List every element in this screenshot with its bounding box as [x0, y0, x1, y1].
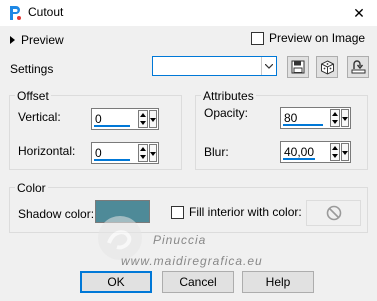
vertical-label: Vertical:: [18, 110, 61, 124]
blur-spinner[interactable]: 40,00: [280, 141, 351, 163]
reset-arrow-icon: [351, 60, 365, 74]
vertical-value: 0: [95, 112, 102, 126]
close-icon: ✕: [353, 4, 365, 21]
settings-label: Settings: [10, 62, 54, 76]
opacity-dropdown-button[interactable]: [341, 109, 349, 127]
watermark-line2: www.maidiregrafica.eu: [121, 254, 263, 268]
window-title: Cutout: [28, 5, 64, 19]
attributes-group-label: Attributes: [201, 89, 256, 103]
randomize-button[interactable]: [316, 56, 338, 78]
blur-slider-bar: [283, 158, 315, 160]
fill-interior-option[interactable]: Fill interior with color:: [171, 205, 302, 219]
close-button[interactable]: ✕: [341, 0, 377, 26]
vertical-spinner[interactable]: 0: [91, 108, 159, 130]
chevron-down-icon: [265, 63, 273, 69]
horizontal-label: Horizontal:: [18, 144, 76, 158]
save-disk-icon: [291, 60, 305, 74]
horizontal-dropdown-button[interactable]: [149, 144, 157, 162]
no-color-icon: [326, 205, 341, 221]
fill-interior-checkbox[interactable]: [171, 205, 184, 219]
blur-value: 40,00: [284, 145, 315, 159]
title-bar: Cutout ✕: [0, 0, 377, 26]
watermark-line1: Pinuccia: [153, 233, 207, 247]
dice-icon: [320, 59, 334, 75]
shadow-color-label: Shadow color:: [18, 207, 95, 221]
color-group-label: Color: [15, 181, 48, 195]
blur-label: Blur:: [204, 145, 229, 159]
horizontal-spinner[interactable]: 0: [91, 142, 159, 164]
reset-button[interactable]: [347, 56, 369, 78]
save-preset-button[interactable]: [287, 56, 309, 78]
preview-on-image-checkbox[interactable]: [251, 31, 264, 45]
blur-dropdown-button[interactable]: [341, 143, 349, 161]
ok-button[interactable]: OK: [80, 271, 152, 293]
cancel-button[interactable]: Cancel: [162, 271, 234, 293]
opacity-spinner[interactable]: 80: [280, 107, 351, 129]
horizontal-spin-arrows[interactable]: [138, 144, 148, 162]
opacity-label: Opacity:: [204, 106, 249, 120]
offset-group-label: Offset: [15, 89, 51, 103]
vertical-dropdown-button[interactable]: [149, 110, 157, 128]
app-logo-icon: [10, 6, 21, 20]
horizontal-value: 0: [95, 146, 102, 160]
preview-label: Preview: [21, 33, 64, 47]
vertical-slider-bar: [94, 125, 130, 127]
interior-color-swatch[interactable]: [306, 200, 361, 226]
help-button[interactable]: Help: [242, 271, 314, 293]
opacity-spin-arrows[interactable]: [330, 109, 340, 127]
preset-dropdown-button[interactable]: [261, 57, 276, 75]
preview-on-image-label: Preview on Image: [269, 31, 366, 45]
preview-on-image-option[interactable]: Preview on Image: [251, 31, 365, 45]
cutout-dialog: Cutout ✕ Preview Preview on Image Settin…: [0, 0, 377, 301]
blur-spin-arrows[interactable]: [330, 143, 340, 161]
fill-interior-label: Fill interior with color:: [189, 205, 302, 219]
horizontal-slider-bar: [94, 159, 130, 161]
opacity-value: 80: [284, 111, 298, 125]
expand-triangle-icon: [10, 36, 15, 44]
vertical-spin-arrows[interactable]: [138, 110, 148, 128]
preview-toggle[interactable]: Preview: [10, 33, 64, 47]
preset-combo[interactable]: [152, 56, 277, 76]
opacity-slider-bar: [283, 124, 323, 126]
